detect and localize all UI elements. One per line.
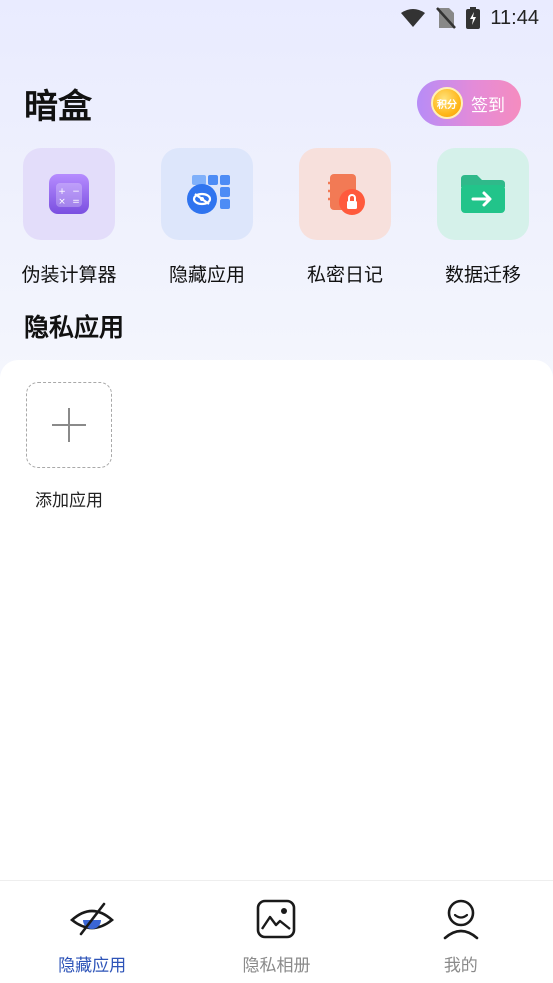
feature-private-diary[interactable]: 私密日记 (285, 148, 405, 287)
bottom-nav: 隐藏应用 隐私相册 我的 (0, 880, 553, 983)
svg-text:+: + (58, 187, 66, 197)
feature-label: 隐藏应用 (168, 264, 245, 286)
nav-label: 隐藏应用 (58, 956, 127, 976)
add-app-button[interactable]: 添加应用 (26, 382, 112, 511)
battery-charging-icon (466, 7, 481, 29)
nav-tab-mine[interactable]: 我的 (369, 881, 553, 983)
add-app-label: 添加应用 (35, 491, 103, 511)
svg-text:−: − (72, 187, 80, 197)
feature-hidden-apps[interactable]: 隐藏应用 (147, 148, 267, 287)
points-coin-icon: 积分 (431, 87, 463, 119)
section-title: 隐私应用 (24, 313, 125, 342)
nav-tab-hidden-apps[interactable]: 隐藏应用 (0, 881, 184, 983)
nav-tab-private-album[interactable]: 隐私相册 (184, 881, 368, 983)
hidden-apps-icon (161, 148, 253, 240)
folder-transfer-icon (437, 148, 529, 240)
locked-diary-icon (299, 148, 391, 240)
svg-text:=: = (72, 197, 80, 207)
feature-data-migration[interactable]: 数据迁移 (423, 148, 543, 287)
plus-icon (52, 408, 86, 442)
feature-label: 私密日记 (306, 264, 383, 286)
calculator-icon: + − × = (23, 148, 115, 240)
profile-icon (442, 897, 480, 941)
status-time: 11:44 (490, 6, 539, 29)
add-app-box[interactable] (26, 382, 112, 468)
svg-text:×: × (58, 197, 66, 207)
app-title: 暗盒 (24, 86, 92, 127)
hidden-eye-icon (69, 897, 115, 941)
status-bar: 11:44 (0, 0, 553, 36)
feature-label: 伪装计算器 (21, 264, 117, 286)
no-sim-icon (436, 7, 457, 29)
photo-album-icon (256, 897, 296, 941)
nav-label: 我的 (443, 956, 478, 976)
nav-label: 隐私相册 (242, 956, 311, 976)
checkin-label: 签到 (471, 95, 505, 116)
private-apps-panel: 添加应用 (0, 360, 553, 880)
checkin-button[interactable]: 积分 签到 (417, 80, 521, 126)
wifi-icon (400, 8, 426, 28)
feature-grid: + − × = 伪装计算器 隐藏应用 私密日记 数据迁移 (0, 148, 553, 288)
feature-label: 数据迁移 (444, 264, 521, 286)
app-header: 暗盒 积分 签到 (24, 78, 521, 128)
feature-fake-calculator[interactable]: + − × = 伪装计算器 (9, 148, 129, 287)
